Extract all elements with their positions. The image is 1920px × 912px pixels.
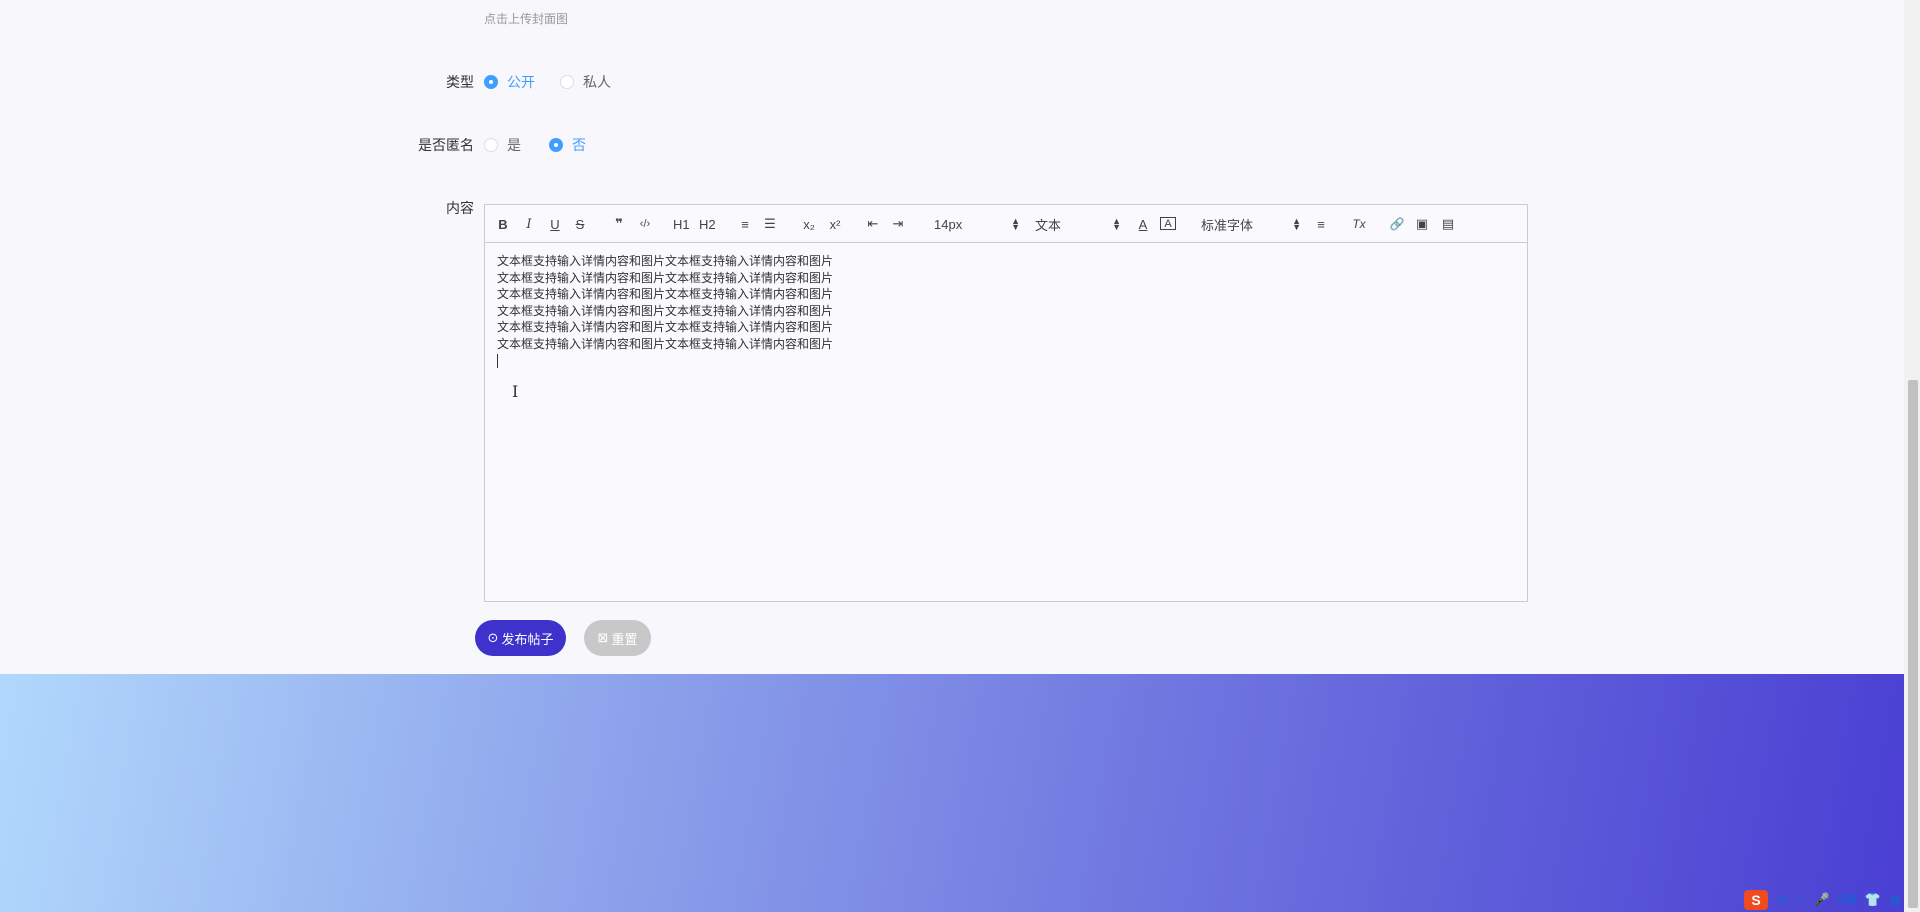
keyboard-icon[interactable]: ⌨	[1838, 892, 1857, 908]
radio-anonymous-yes[interactable]: 是	[484, 135, 521, 155]
text-caret	[497, 354, 498, 369]
image-button[interactable]: ▣	[1414, 215, 1430, 233]
superscript-button[interactable]: x²	[827, 215, 843, 233]
ime-logo-icon[interactable]: S	[1744, 890, 1768, 910]
font-family-value: 标准字体	[1201, 217, 1254, 233]
ordered-list-button[interactable]: ≡	[737, 215, 753, 233]
align-button[interactable]: ≡	[1313, 215, 1329, 233]
bold-button[interactable]: B	[495, 215, 511, 233]
header-1-button[interactable]: H1	[673, 215, 690, 233]
radio-private-label: 私人	[583, 74, 611, 90]
publish-button-label: 发布帖子	[501, 631, 554, 647]
content-label: 内容	[446, 200, 474, 216]
radio-anonymous-yes-dot[interactable]	[484, 138, 498, 152]
publish-button[interactable]: ⊙ 发布帖子	[475, 620, 566, 656]
select-arrows-icon: ▲ ▼	[1292, 216, 1301, 232]
scrollbar-thumb[interactable]	[1908, 380, 1918, 908]
font-size-value: 14px	[934, 216, 963, 232]
close-square-icon: ⊠	[597, 630, 609, 645]
editor-line: 文本框支持输入详情内容和图片文本框支持输入详情内容和图片	[497, 320, 834, 335]
type-radio-group: 公开 私人	[484, 72, 641, 92]
type-label: 类型	[446, 74, 474, 90]
video-button[interactable]: ▤	[1440, 215, 1456, 233]
ime-menu-icon[interactable]: ▦	[1889, 892, 1901, 908]
page-footer	[0, 674, 1904, 912]
radio-public-label: 公开	[507, 74, 535, 90]
editor-toolbar: B I U S ❞ ‹/› H1 H2 ≡ ☰ x₂ x² ⇤ ⇥ 14px ▲…	[485, 205, 1527, 243]
strike-button[interactable]: S	[572, 215, 588, 233]
ime-toolbar: S 中 °, 🎤 ⌨ 👕 ▦	[1744, 890, 1901, 910]
editor-line: 文本框支持输入详情内容和图片文本框支持输入详情内容和图片	[497, 254, 834, 268]
header-select[interactable]: 文本 ▲ ▼	[1035, 214, 1121, 234]
skin-icon[interactable]: 👕	[1865, 892, 1881, 908]
bullet-list-button[interactable]: ☰	[762, 215, 778, 233]
clear-format-button[interactable]: Tx	[1351, 215, 1367, 233]
radio-anonymous-yes-label: 是	[507, 137, 521, 153]
editor-content-area[interactable]: 文本框支持输入详情内容和图片文本框支持输入详情内容和图片 文本框支持输入详情内容…	[497, 253, 1515, 369]
microphone-icon[interactable]: 🎤	[1814, 892, 1830, 908]
page-scrollbar[interactable]	[1904, 0, 1920, 912]
italic-button[interactable]: I	[521, 215, 537, 233]
subscript-button[interactable]: x₂	[801, 215, 817, 233]
ime-mode-toggle[interactable]: 中	[1776, 891, 1789, 910]
outdent-button[interactable]: ⇤	[865, 215, 881, 233]
editor-line: 文本框支持输入详情内容和图片文本框支持输入详情内容和图片	[497, 303, 834, 318]
radio-anonymous-no[interactable]: 否	[549, 135, 586, 155]
reset-button-label: 重置	[611, 631, 638, 647]
radio-public-dot[interactable]	[484, 75, 498, 89]
code-block-button[interactable]: ‹/›	[637, 215, 653, 233]
text-color-button[interactable]: A	[1135, 215, 1151, 233]
link-button[interactable]: 🔗	[1389, 215, 1405, 233]
cover-upload-hint[interactable]: 点击上传封面图	[484, 10, 568, 27]
radio-private[interactable]: 私人	[560, 72, 611, 92]
text-cursor-icon: I	[512, 382, 519, 401]
editor-line: 文本框支持输入详情内容和图片文本框支持输入详情内容和图片	[497, 287, 834, 302]
editor-line: 文本框支持输入详情内容和图片文本框支持输入详情内容和图片	[497, 336, 834, 351]
blockquote-button[interactable]: ❞	[611, 215, 627, 233]
anonymous-radio-group: 是 否	[484, 135, 616, 155]
header-select-value: 文本	[1035, 217, 1062, 233]
header-2-button[interactable]: H2	[699, 215, 716, 233]
anonymous-label: 是否匿名	[418, 137, 474, 153]
select-arrows-icon: ▲ ▼	[1112, 216, 1121, 232]
background-color-button[interactable]: A	[1160, 217, 1176, 230]
reset-button[interactable]: ⊠ 重置	[584, 620, 651, 656]
ime-punctuation-toggle[interactable]: °,	[1797, 893, 1806, 908]
indent-button[interactable]: ⇥	[890, 215, 906, 233]
select-arrows-icon: ▲ ▼	[1011, 216, 1020, 232]
rich-text-editor: B I U S ❞ ‹/› H1 H2 ≡ ☰ x₂ x² ⇤ ⇥ 14px ▲…	[484, 204, 1528, 602]
radio-anonymous-no-label: 否	[572, 137, 586, 153]
editor-line: 文本框支持输入详情内容和图片文本框支持输入详情内容和图片	[497, 270, 834, 285]
radio-anonymous-no-dot[interactable]	[549, 138, 563, 152]
underline-button[interactable]: U	[547, 215, 563, 233]
check-circle-icon: ⊙	[487, 630, 499, 645]
radio-public[interactable]: 公开	[484, 72, 535, 92]
editor-caret-line	[497, 353, 1515, 370]
radio-private-dot[interactable]	[560, 75, 574, 89]
font-family-select[interactable]: 标准字体 ▲ ▼	[1201, 214, 1301, 234]
font-size-select[interactable]: 14px ▲ ▼	[934, 214, 1020, 234]
